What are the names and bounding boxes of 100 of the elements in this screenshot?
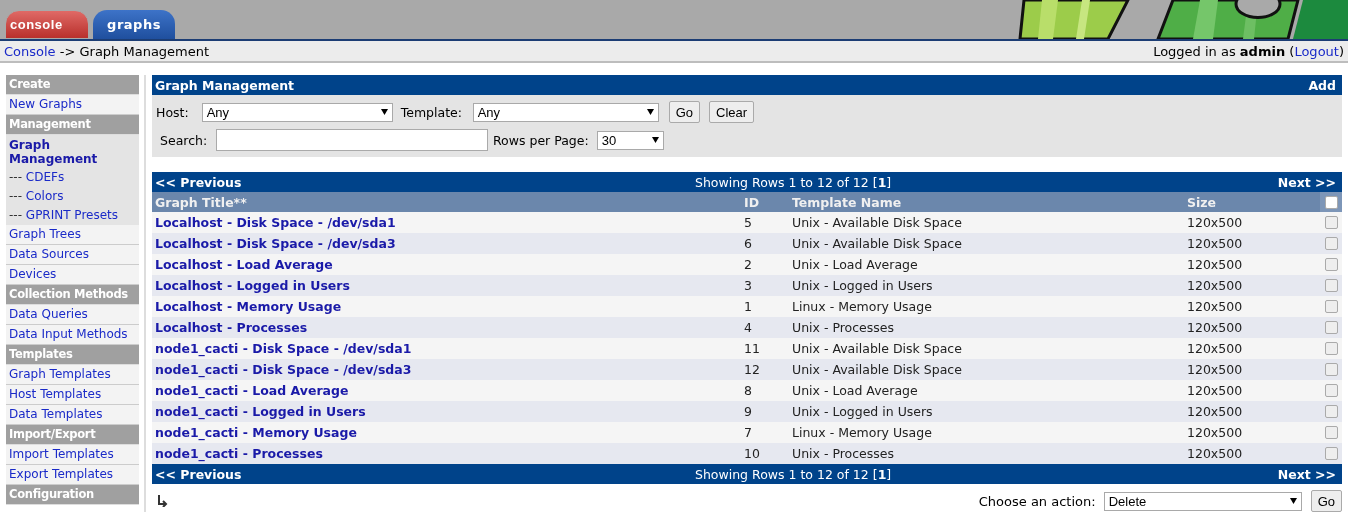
table-cell-text: Unix - Load Average [791, 257, 919, 272]
table-cell-text: 120x500 [1186, 383, 1244, 398]
add-link[interactable]: Add [1308, 77, 1336, 93]
sidebar-item[interactable]: Host Templates [6, 385, 139, 405]
row-checkbox[interactable] [1324, 300, 1338, 313]
graph-title-link[interactable]: Localhost - Processes [152, 320, 741, 335]
table-cell-text: 9 [743, 404, 753, 419]
sidebar-heading: Import/Export [6, 425, 139, 445]
graph-title-link[interactable]: node1_cacti - Disk Space - /dev/sda3 [152, 362, 741, 377]
row-checkbox[interactable] [1324, 216, 1338, 229]
table-cell-text: Linux - Memory Usage [791, 299, 933, 314]
logout-link[interactable]: Logout [1294, 43, 1339, 59]
select-all-checkbox[interactable] [1324, 195, 1338, 209]
caret-icon [651, 137, 659, 143]
table-cell-text: 120x500 [1186, 257, 1244, 272]
dash-marker: --- [9, 208, 22, 222]
caret-icon [380, 109, 388, 115]
table-cell-text: 8 [743, 383, 753, 398]
table-cell-text: Unix - Available Disk Space [791, 341, 963, 356]
action-select[interactable]: Delete [1103, 491, 1302, 511]
graph-title-link[interactable]: node1_cacti - Load Average [152, 383, 741, 398]
table-cell-text: Unix - Available Disk Space [791, 362, 963, 377]
rows-per-page-label: Rows per Page: [493, 132, 589, 148]
dash-marker: --- [9, 170, 22, 184]
sidebar-item[interactable]: Data Queries [6, 305, 139, 325]
breadcrumb-link[interactable]: Console [4, 43, 56, 59]
go-button[interactable]: Go [1310, 490, 1342, 512]
next-link[interactable]: Next >> [1277, 174, 1336, 190]
search-field[interactable] [216, 129, 488, 151]
row-checkbox[interactable] [1324, 279, 1338, 292]
table-cell-text: Unix - Available Disk Space [791, 236, 963, 251]
sidebar-heading: Collection Methods [6, 285, 139, 305]
table-cell-text: 1 [743, 299, 753, 314]
graph-title-link[interactable]: Localhost - Memory Usage [152, 299, 741, 314]
table-cell-text: Unix - Processes [791, 446, 896, 461]
dash-marker: --- [9, 189, 22, 203]
sidebar-item[interactable]: Data Sources [6, 245, 139, 265]
sidebar-item[interactable]: Graph Templates [6, 365, 139, 385]
row-checkbox[interactable] [1324, 237, 1338, 250]
table-cell-text: 120x500 [1186, 320, 1244, 335]
sidebar-item[interactable]: Colors [25, 189, 64, 203]
sidebar-item[interactable]: Graph Management [6, 135, 139, 168]
table-cell-text: 6 [743, 236, 753, 251]
previous-link[interactable]: << Previous [155, 174, 242, 190]
rows-per-page-select[interactable]: 30 [596, 130, 664, 150]
row-checkbox[interactable] [1324, 363, 1338, 376]
table-cell-text: 120x500 [1186, 299, 1244, 314]
table-cell-text: 120x500 [1186, 404, 1244, 419]
graph-title-link[interactable]: Localhost - Disk Space - /dev/sda1 [152, 215, 741, 230]
graph-title-link[interactable]: Localhost - Disk Space - /dev/sda3 [152, 236, 741, 251]
caret-icon [646, 109, 654, 115]
table-cell-text: 120x500 [1186, 278, 1244, 293]
action-label: Choose an action: [978, 493, 1096, 509]
row-checkbox[interactable] [1324, 447, 1338, 460]
row-checkbox[interactable] [1324, 321, 1338, 334]
row-checkbox[interactable] [1324, 384, 1338, 397]
table-cell-text: 5 [743, 215, 753, 230]
sidebar-item[interactable]: Graph Trees [6, 225, 139, 245]
table-cell-text: 10 [743, 446, 761, 461]
sidebar-heading: Templates [6, 345, 139, 365]
sidebar-item[interactable]: GPRINT Presets [25, 208, 119, 222]
row-checkbox[interactable] [1324, 258, 1338, 271]
table-cell-text: 120x500 [1186, 425, 1244, 440]
table-cell-text: Unix - Load Average [791, 383, 919, 398]
sidebar-item[interactable]: Data Input Methods [6, 325, 139, 345]
graph-title-link[interactable]: Localhost - Logged in Users [152, 278, 741, 293]
previous-link[interactable]: << Previous [155, 466, 242, 482]
rows-summary: Showing Rows 1 to 12 of 12 [1] [695, 466, 892, 482]
table-cell-text: Unix - Logged in Users [791, 404, 934, 419]
sidebar-item[interactable]: CDEFs [25, 170, 65, 184]
sidebar-item[interactable]: Import Templates [6, 445, 139, 465]
sidebar-heading: Configuration [6, 485, 139, 505]
caret-icon [1289, 498, 1297, 504]
table-cell-text: 4 [743, 320, 753, 335]
clear-button[interactable]: Clear [709, 101, 755, 123]
row-checkbox[interactable] [1324, 405, 1338, 418]
graph-title-link[interactable]: Localhost - Load Average [152, 257, 741, 272]
nav-tab[interactable]: graphs [93, 10, 175, 39]
table-cell-text: 11 [743, 341, 761, 356]
sidebar-item[interactable]: New Graphs [6, 95, 139, 115]
row-checkbox[interactable] [1324, 426, 1338, 439]
search-label: Search: [160, 132, 209, 148]
host-select[interactable]: Any [201, 102, 393, 122]
next-link[interactable]: Next >> [1277, 466, 1336, 482]
graph-title-link[interactable]: node1_cacti - Processes [152, 446, 741, 461]
sidebar-item[interactable]: Export Templates [6, 465, 139, 485]
graph-title-link[interactable]: node1_cacti - Disk Space - /dev/sda1 [152, 341, 741, 356]
template-label: Template: [400, 104, 463, 120]
sidebar-item[interactable]: Devices [6, 265, 139, 285]
row-checkbox[interactable] [1324, 342, 1338, 355]
graph-title-link[interactable]: node1_cacti - Logged in Users [152, 404, 741, 419]
go-button[interactable]: Go [668, 101, 701, 123]
nav-tab[interactable]: console [5, 10, 89, 39]
table-cell-text: 120x500 [1186, 362, 1244, 377]
template-select[interactable]: Any [472, 102, 659, 122]
table-cell-text: 120x500 [1186, 236, 1244, 251]
sidebar-item[interactable]: Data Templates [6, 405, 139, 425]
graph-title-link[interactable]: node1_cacti - Memory Usage [152, 425, 741, 440]
breadcrumb-text: -> Graph Management [59, 43, 210, 59]
table-cell-text: 120x500 [1186, 341, 1244, 356]
